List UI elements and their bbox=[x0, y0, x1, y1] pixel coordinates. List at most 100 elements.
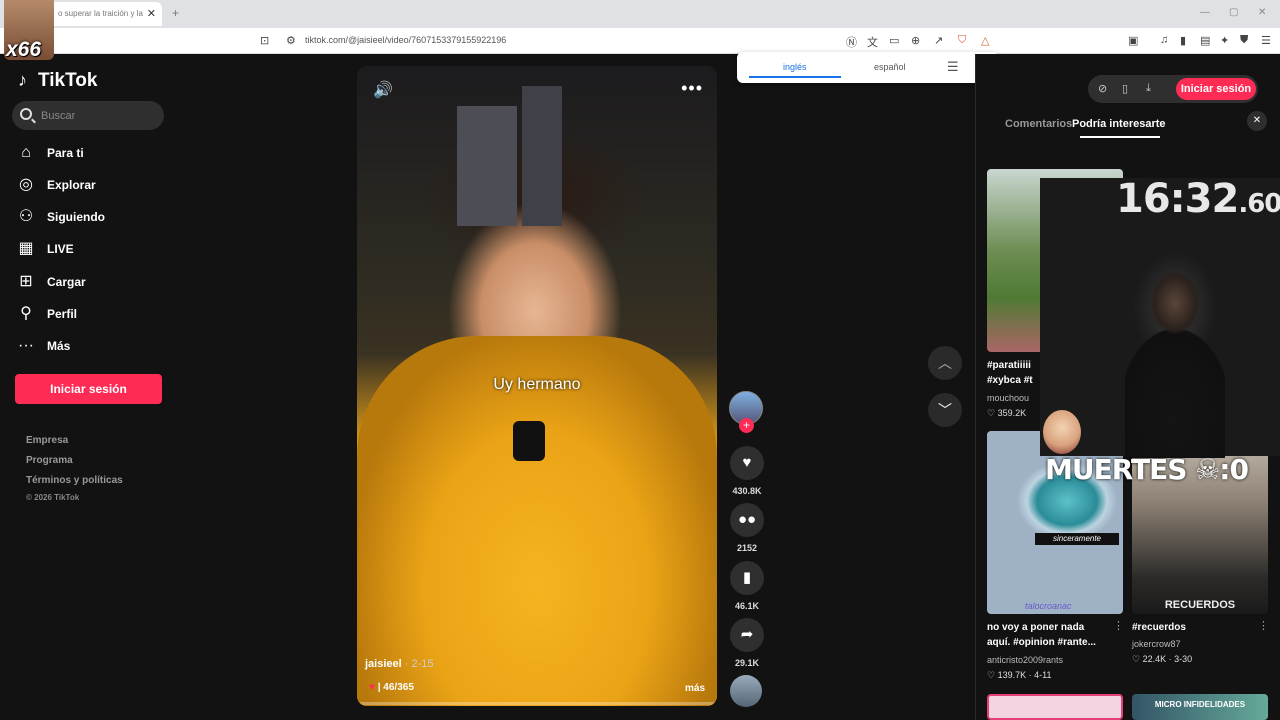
footer-link-empresa[interactable]: Empresa bbox=[26, 435, 68, 446]
sidebar-item-cargar[interactable]: ⊞ Cargar bbox=[16, 270, 166, 294]
header-login-button[interactable]: Iniciar sesión bbox=[1176, 78, 1256, 100]
tab-close-icon[interactable]: ✕ bbox=[147, 7, 156, 20]
footer-link-terminos[interactable]: Términos y políticas bbox=[26, 475, 123, 486]
reading-list-icon[interactable]: ▮ bbox=[1180, 34, 1186, 47]
heart-outline-icon: ♡ bbox=[1132, 654, 1143, 664]
tiktok-logo[interactable]: ♪ TikTok bbox=[18, 70, 97, 92]
reader-icon[interactable]: Ⓝ bbox=[846, 34, 857, 50]
sidebar-item-live[interactable]: ▦ LIVE bbox=[16, 237, 166, 261]
card-title-line: #xybca #t bbox=[987, 375, 1033, 386]
card-title[interactable]: no voy a poner nada aquí. #opinion #rante… bbox=[987, 620, 1115, 650]
timer-ms: .60 bbox=[1238, 189, 1280, 219]
brave-shield-icon[interactable]: ⛉ bbox=[958, 34, 966, 47]
card-title[interactable]: #recuerdos bbox=[1132, 620, 1260, 635]
ai-icon[interactable]: ✦ bbox=[1220, 34, 1229, 47]
card-meta-text: 359.2K bbox=[997, 408, 1027, 418]
save-button[interactable]: ▮ bbox=[730, 561, 764, 595]
video-description: ♥ | 46/365 bbox=[369, 682, 414, 693]
browser-tab[interactable]: o superar la traición y la ✕ bbox=[50, 2, 162, 26]
sidebar-item-siguiendo[interactable]: ⚇ Siguiendo bbox=[16, 205, 166, 229]
lapel-mic bbox=[513, 421, 545, 461]
video-thumbnail[interactable]: MICRO INFIDELIDADES bbox=[1132, 694, 1268, 720]
background-building bbox=[457, 106, 517, 226]
address-bar: ⊡ ⚙ tiktok.com/@jaisieel/video/760715337… bbox=[0, 28, 1280, 54]
timer-main: 16:32 bbox=[1116, 176, 1239, 222]
card-author[interactable]: jokercrow87 bbox=[1132, 639, 1181, 649]
video-progress[interactable] bbox=[357, 702, 717, 705]
sidebar-item-label: Siguiendo bbox=[47, 210, 105, 224]
sidebar-item-mas[interactable]: ··· Más bbox=[16, 334, 166, 358]
translate-tab-source[interactable]: inglés bbox=[783, 62, 807, 72]
heart-outline-icon: ♡ bbox=[987, 670, 998, 680]
maximize-icon[interactable]: ▢ bbox=[1229, 7, 1238, 18]
minimize-icon[interactable]: — bbox=[1200, 7, 1210, 18]
tiktok-note-icon: ♪ bbox=[18, 70, 27, 90]
menu-icon[interactable]: ☰ bbox=[1261, 34, 1271, 47]
video-author[interactable]: jaisieel · 2-15 bbox=[365, 658, 434, 670]
new-tab-icon[interactable]: + bbox=[172, 6, 179, 20]
sidebar-toggle-icon[interactable]: ▣ bbox=[1128, 34, 1138, 47]
comment-icon: ●● bbox=[737, 511, 757, 528]
panel-close-button[interactable]: ✕ bbox=[1247, 111, 1267, 131]
card-title-line: #paratiiiii bbox=[987, 360, 1031, 371]
card-title-line: aquí. #opinion #rante... bbox=[987, 637, 1096, 648]
search-input[interactable]: Buscar bbox=[12, 101, 164, 130]
window-close-icon[interactable]: ✕ bbox=[1258, 7, 1266, 18]
thumb-caption: RECUERDOS bbox=[1164, 599, 1236, 611]
music-disc-avatar[interactable] bbox=[730, 675, 762, 707]
cast-icon[interactable]: ▭ bbox=[889, 34, 899, 47]
compass-icon[interactable]: ⊘ bbox=[1098, 82, 1107, 95]
speedrun-timer: 16:32.60 bbox=[1116, 176, 1280, 222]
heart-outline-icon: ♡ bbox=[987, 408, 998, 418]
save-count: 46.1K bbox=[734, 601, 760, 611]
share-button[interactable]: ➦ bbox=[730, 618, 764, 652]
sidebar-item-label: Para ti bbox=[47, 146, 84, 160]
comment-button[interactable]: ●● bbox=[730, 503, 764, 537]
card-title[interactable]: #paratiiiii #xybca #t bbox=[987, 358, 1045, 388]
wallet-icon[interactable]: ▤ bbox=[1200, 34, 1210, 47]
translate-tab-indicator bbox=[749, 76, 841, 78]
sidebar-item-perfil[interactable]: ⚲ Perfil bbox=[16, 302, 166, 326]
site-info-icon[interactable]: ⚙ bbox=[286, 34, 296, 47]
url-field[interactable]: tiktok.com/@jaisieel/video/7607153379155… bbox=[305, 35, 506, 45]
card-author[interactable]: mouchoou bbox=[987, 393, 1029, 403]
tab-indicator bbox=[1080, 136, 1160, 138]
translate-tab-target[interactable]: español bbox=[874, 62, 906, 72]
card-author[interactable]: anticristo2009rants bbox=[987, 655, 1063, 665]
tab-comentarios[interactable]: Comentarios bbox=[1005, 118, 1072, 130]
share-icon[interactable]: ↗ bbox=[934, 34, 943, 47]
sidebar-item-label: Perfil bbox=[47, 307, 78, 321]
tab-podria-interesarte[interactable]: Podría interesarte bbox=[1072, 118, 1166, 130]
sidebar-item-para-ti[interactable]: ⌂ Para ti bbox=[16, 141, 166, 165]
tab-title: o superar la traición y la bbox=[58, 9, 143, 18]
more-options-icon[interactable]: ••• bbox=[681, 78, 703, 99]
card-more-icon[interactable]: ⋮ bbox=[1258, 619, 1269, 632]
share-count: 29.1K bbox=[734, 658, 760, 668]
footer-link-programa[interactable]: Programa bbox=[26, 455, 73, 466]
device-icon[interactable]: ▯ bbox=[1122, 82, 1128, 95]
following-icon: ⚇ bbox=[18, 208, 34, 225]
card-meta-text: 139.7K · 4-11 bbox=[997, 670, 1052, 680]
volume-icon[interactable]: 🔊 bbox=[373, 80, 393, 100]
download-icon[interactable]: ⤓ bbox=[1146, 82, 1151, 95]
previous-video-button[interactable]: ︿ bbox=[928, 346, 962, 380]
next-video-button[interactable]: ﹀ bbox=[928, 393, 962, 427]
music-icon[interactable]: ♫ bbox=[1160, 34, 1168, 46]
more-link[interactable]: más bbox=[685, 683, 705, 694]
comment-count: 2152 bbox=[736, 543, 758, 553]
sidebar-item-explorar[interactable]: ◎ Explorar bbox=[16, 173, 166, 197]
video-thumbnail[interactable] bbox=[987, 694, 1123, 720]
like-button[interactable]: ♥ bbox=[730, 446, 764, 480]
card-more-icon[interactable]: ⋮ bbox=[1113, 619, 1124, 632]
translate-menu-icon[interactable]: ☰ bbox=[947, 59, 959, 75]
follow-plus-icon[interactable]: + bbox=[739, 418, 754, 433]
rewards-icon[interactable]: △ bbox=[981, 34, 989, 47]
thumb-caption: sinceramente bbox=[1035, 533, 1119, 545]
login-button[interactable]: Iniciar sesión bbox=[15, 374, 162, 404]
bookmark-icon: ▮ bbox=[742, 569, 752, 586]
translate-icon[interactable]: 文 bbox=[867, 34, 878, 50]
zoom-icon[interactable]: ⊕ bbox=[911, 34, 920, 47]
vpn-icon[interactable]: ⛊ bbox=[1240, 34, 1248, 47]
video-player[interactable]: 🔊 ••• Uy hermano jaisieel · 2-15 ♥ | 46/… bbox=[357, 66, 717, 706]
bookmark-icon[interactable]: ⊡ bbox=[260, 34, 269, 47]
